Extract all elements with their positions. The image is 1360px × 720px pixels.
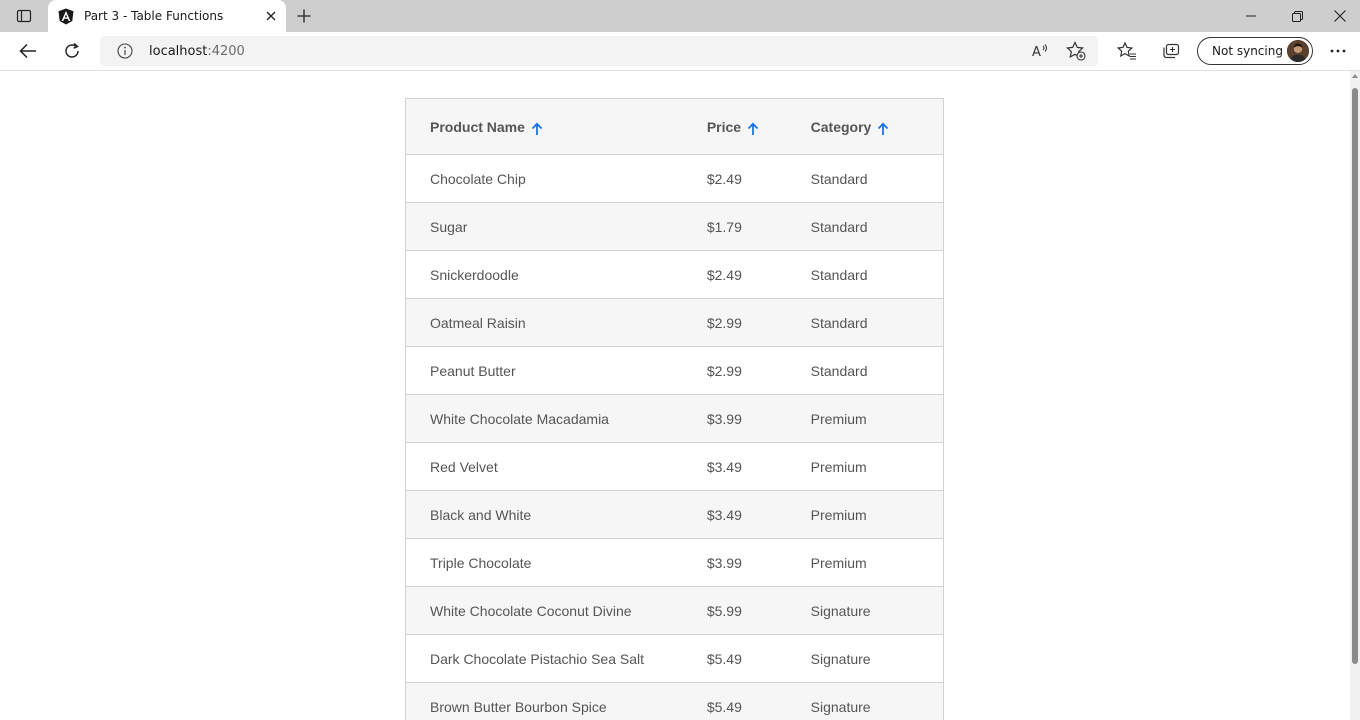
restore-icon	[1291, 10, 1303, 22]
cell-price: $5.49	[706, 682, 811, 720]
column-header-category[interactable]: Category	[810, 98, 944, 155]
sort-ascending-icon[interactable]	[877, 121, 889, 136]
read-aloud-icon[interactable]: A	[1029, 41, 1051, 61]
cell-price: $1.79	[706, 202, 811, 251]
address-bar[interactable]: localhost:4200 A	[100, 36, 1098, 66]
cell-product-name: Triple Chocolate	[405, 538, 707, 587]
svg-text:A: A	[1032, 45, 1041, 59]
cell-category: Premium	[810, 490, 944, 539]
collections-icon	[1163, 43, 1180, 59]
table-row: Brown Butter Bourbon Spice $5.49 Signature	[405, 682, 944, 720]
minimize-button[interactable]	[1228, 0, 1274, 32]
table-row: Oatmeal Raisin $2.99 Standard	[405, 298, 944, 347]
sort-ascending-icon[interactable]	[531, 121, 543, 136]
cell-price: $2.49	[706, 154, 811, 203]
plus-icon	[297, 9, 311, 23]
tab-close-icon[interactable]	[262, 7, 280, 25]
cell-price: $5.99	[706, 586, 811, 635]
cell-product-name: Sugar	[405, 202, 707, 251]
cell-product-name: Oatmeal Raisin	[405, 298, 707, 347]
favorites-icon	[1117, 41, 1136, 60]
cell-category: Premium	[810, 394, 944, 443]
cell-price: $3.49	[706, 442, 811, 491]
table-row: Sugar $1.79 Standard	[405, 202, 944, 251]
cell-price: $2.99	[706, 346, 811, 395]
avatar	[1287, 40, 1309, 62]
cell-category: Standard	[810, 154, 944, 203]
back-arrow-icon	[19, 43, 36, 59]
url-host: localhost	[149, 44, 208, 59]
table-row: Black and White $3.49 Premium	[405, 490, 944, 539]
page-scrollbar[interactable]	[1350, 71, 1360, 720]
sort-ascending-icon[interactable]	[747, 121, 759, 136]
collections-button[interactable]	[1156, 37, 1186, 65]
refresh-icon	[65, 42, 79, 58]
cell-category: Premium	[810, 442, 944, 491]
cell-category: Signature	[810, 634, 944, 683]
cell-product-name: Black and White	[405, 490, 707, 539]
new-tab-button[interactable]	[292, 5, 316, 27]
cell-product-name: Snickerdoodle	[405, 250, 707, 299]
cell-product-name: Chocolate Chip	[405, 154, 707, 203]
profile-sync-button[interactable]: Not syncing	[1197, 37, 1313, 65]
add-favorite-icon[interactable]	[1065, 41, 1087, 61]
column-header-label: Price	[706, 118, 742, 135]
cell-category: Standard	[810, 298, 944, 347]
more-icon	[1330, 49, 1346, 53]
cell-price: $2.99	[706, 298, 811, 347]
cell-product-name: Peanut Butter	[405, 346, 707, 395]
tab-title: Part 3 - Table Functions	[84, 9, 224, 23]
column-header-price[interactable]: Price	[706, 98, 811, 155]
close-window-button[interactable]	[1320, 0, 1360, 32]
browser-tab-strip: Part 3 - Table Functions	[0, 0, 1360, 32]
table-row: Snickerdoodle $2.49 Standard	[405, 250, 944, 299]
table-row: Peanut Butter $2.99 Standard	[405, 346, 944, 395]
page-viewport: Product Name Price Category Chocolate Ch…	[0, 71, 1350, 720]
minimize-icon	[1246, 15, 1256, 17]
scroll-up-arrow-icon[interactable]	[1352, 74, 1358, 78]
table-row: Triple Chocolate $3.99 Premium	[405, 538, 944, 587]
table-row: Red Velvet $3.49 Premium	[405, 442, 944, 491]
cell-category: Signature	[810, 586, 944, 635]
cell-product-name: Brown Butter Bourbon Spice	[405, 682, 707, 720]
angular-icon	[57, 7, 75, 25]
column-header-product-name[interactable]: Product Name	[405, 98, 707, 155]
close-icon	[1334, 10, 1346, 22]
favorites-button[interactable]	[1112, 37, 1142, 65]
cell-category: Signature	[810, 682, 944, 720]
cell-price: $3.99	[706, 538, 811, 587]
browser-toolbar: localhost:4200 A Not syncing	[0, 32, 1360, 71]
column-header-label: Product Name	[430, 118, 525, 135]
url-text: localhost:4200	[149, 44, 245, 59]
table-row: Chocolate Chip $2.49 Standard	[405, 154, 944, 203]
cell-price: $5.49	[706, 634, 811, 683]
cell-category: Standard	[810, 250, 944, 299]
scrollbar-thumb[interactable]	[1352, 88, 1358, 664]
restore-button[interactable]	[1274, 0, 1320, 32]
info-icon[interactable]	[116, 42, 134, 60]
cell-product-name: Dark Chocolate Pistachio Sea Salt	[405, 634, 707, 683]
cell-price: $3.49	[706, 490, 811, 539]
more-button[interactable]	[1323, 37, 1353, 65]
cell-product-name: Red Velvet	[405, 442, 707, 491]
cell-category: Premium	[810, 538, 944, 587]
cell-price: $3.99	[706, 394, 811, 443]
cell-category: Standard	[810, 202, 944, 251]
cell-price: $2.49	[706, 250, 811, 299]
tab-actions-icon[interactable]	[12, 6, 36, 26]
sync-status-label: Not syncing	[1212, 44, 1283, 58]
refresh-button[interactable]	[57, 37, 87, 65]
browser-tab-active[interactable]: Part 3 - Table Functions	[48, 0, 286, 32]
cell-product-name: White Chocolate Coconut Divine	[405, 586, 707, 635]
url-port: :4200	[207, 44, 245, 59]
cell-category: Standard	[810, 346, 944, 395]
cell-product-name: White Chocolate Macadamia	[405, 394, 707, 443]
table-row: White Chocolate Coconut Divine $5.99 Signa…	[405, 586, 944, 635]
table-header-row: Product Name Price Category	[405, 98, 944, 155]
products-table: Product Name Price Category Chocolate Ch…	[405, 98, 944, 720]
column-header-label: Category	[810, 118, 872, 135]
table-row: Dark Chocolate Pistachio Sea Salt $5.49 Si…	[405, 634, 944, 683]
table-row: White Chocolate Macadamia $3.99 Premium	[405, 394, 944, 443]
back-button[interactable]	[13, 37, 43, 65]
